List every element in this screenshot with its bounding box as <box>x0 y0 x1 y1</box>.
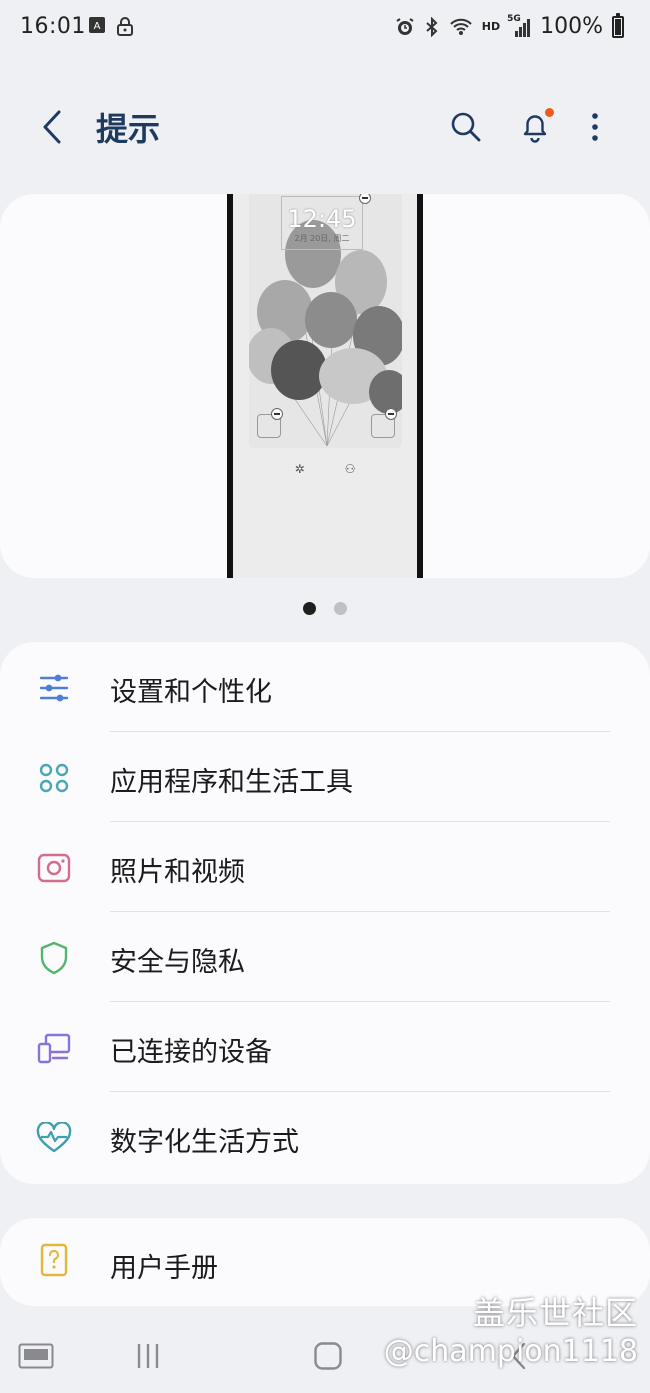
page-title: 提示 <box>96 110 161 148</box>
hd-indicator: HD <box>481 20 501 33</box>
status-bar: 16:01 A HD 5G 100% <box>0 0 650 56</box>
tips-categories-list: 设置和个性化 应用程序和生活工具 照片和视频 安全与隐私 已连接的设备 数字化生… <box>0 642 650 1184</box>
more-vertical-icon <box>592 113 598 141</box>
signal-bars-icon <box>515 18 531 37</box>
lock-clock-frame: 12:45 2月 20日, 周二 <box>281 196 363 250</box>
camera-icon <box>34 850 74 886</box>
search-button[interactable] <box>443 104 489 150</box>
battery-icon <box>612 12 624 38</box>
menu-item-label: 已连接的设备 <box>110 1037 272 1068</box>
apps-grid-icon <box>34 760 74 796</box>
notification-badge <box>545 108 554 117</box>
phone-preview-image: 12:45 2月 20日, 周二 ✲ ⚇ <box>227 194 423 578</box>
pager-dot[interactable] <box>334 602 347 615</box>
sliders-icon <box>34 670 74 706</box>
home-button[interactable] <box>306 1336 350 1376</box>
menu-item-security-privacy[interactable]: 安全与隐私 <box>0 912 650 1002</box>
alarm-icon <box>396 17 414 35</box>
menu-item-apps-tools[interactable]: 应用程序和生活工具 <box>0 732 650 822</box>
menu-item-label: 应用程序和生活工具 <box>110 767 353 798</box>
more-options-button[interactable] <box>572 104 618 150</box>
battery-percent: 100% <box>540 14 603 39</box>
settings-flower-icon: ✲ <box>294 462 305 476</box>
palette-icon: ⚇ <box>344 462 356 476</box>
home-icon <box>314 1342 342 1370</box>
lock-clock: 12:45 <box>287 205 357 233</box>
watermark-username: @champion1118 <box>383 1334 638 1369</box>
remove-shortcut-icon <box>385 408 397 420</box>
user-manual-label: 用户手册 <box>110 1253 218 1284</box>
connected-devices-icon <box>34 1030 74 1066</box>
menu-item-connected-devices[interactable]: 已连接的设备 <box>0 1002 650 1092</box>
menu-item-label: 设置和个性化 <box>110 677 272 708</box>
recent-apps-icon <box>137 1344 159 1368</box>
recent-apps-button[interactable] <box>126 1336 170 1376</box>
svg-text:A: A <box>94 21 101 32</box>
menu-item-label: 照片和视频 <box>110 857 245 888</box>
keyboard-app-icon: A <box>89 17 105 33</box>
remove-shortcut-icon <box>271 408 283 420</box>
lock-date: 2月 20日, 周二 <box>294 234 350 243</box>
menu-item-digital-wellbeing[interactable]: 数字化生活方式 <box>0 1092 650 1182</box>
search-icon <box>451 112 481 142</box>
chevron-left-icon <box>43 110 61 144</box>
keyboard-icon <box>18 1343 54 1369</box>
bluetooth-icon <box>426 16 438 37</box>
app-header: 提示 <box>0 92 650 162</box>
menu-item-settings-personalization[interactable]: 设置和个性化 <box>0 642 650 732</box>
menu-item-label: 数字化生活方式 <box>110 1127 299 1158</box>
signal-indicator: 5G <box>507 14 531 38</box>
shield-icon <box>34 940 74 976</box>
lockscreen-preview: 12:45 2月 20日, 周二 <box>249 194 402 448</box>
question-book-icon <box>34 1242 74 1278</box>
menu-item-label: 安全与隐私 <box>110 947 245 978</box>
carousel-pager <box>0 602 650 615</box>
heartbeat-icon <box>34 1120 74 1156</box>
keyboard-toggle-button[interactable] <box>16 1336 56 1376</box>
lock-icon <box>117 17 133 36</box>
tips-carousel[interactable]: 12:45 2月 20日, 周二 ✲ ⚇ <box>0 194 650 578</box>
pager-dot-active[interactable] <box>303 602 316 615</box>
menu-item-photos-videos[interactable]: 照片和视频 <box>0 822 650 912</box>
notifications-button[interactable] <box>512 104 558 150</box>
wifi-icon <box>450 18 472 35</box>
status-time: 16:01 <box>20 14 86 39</box>
watermark-community: 盖乐世社区 <box>472 1294 638 1332</box>
back-button[interactable] <box>30 102 74 152</box>
